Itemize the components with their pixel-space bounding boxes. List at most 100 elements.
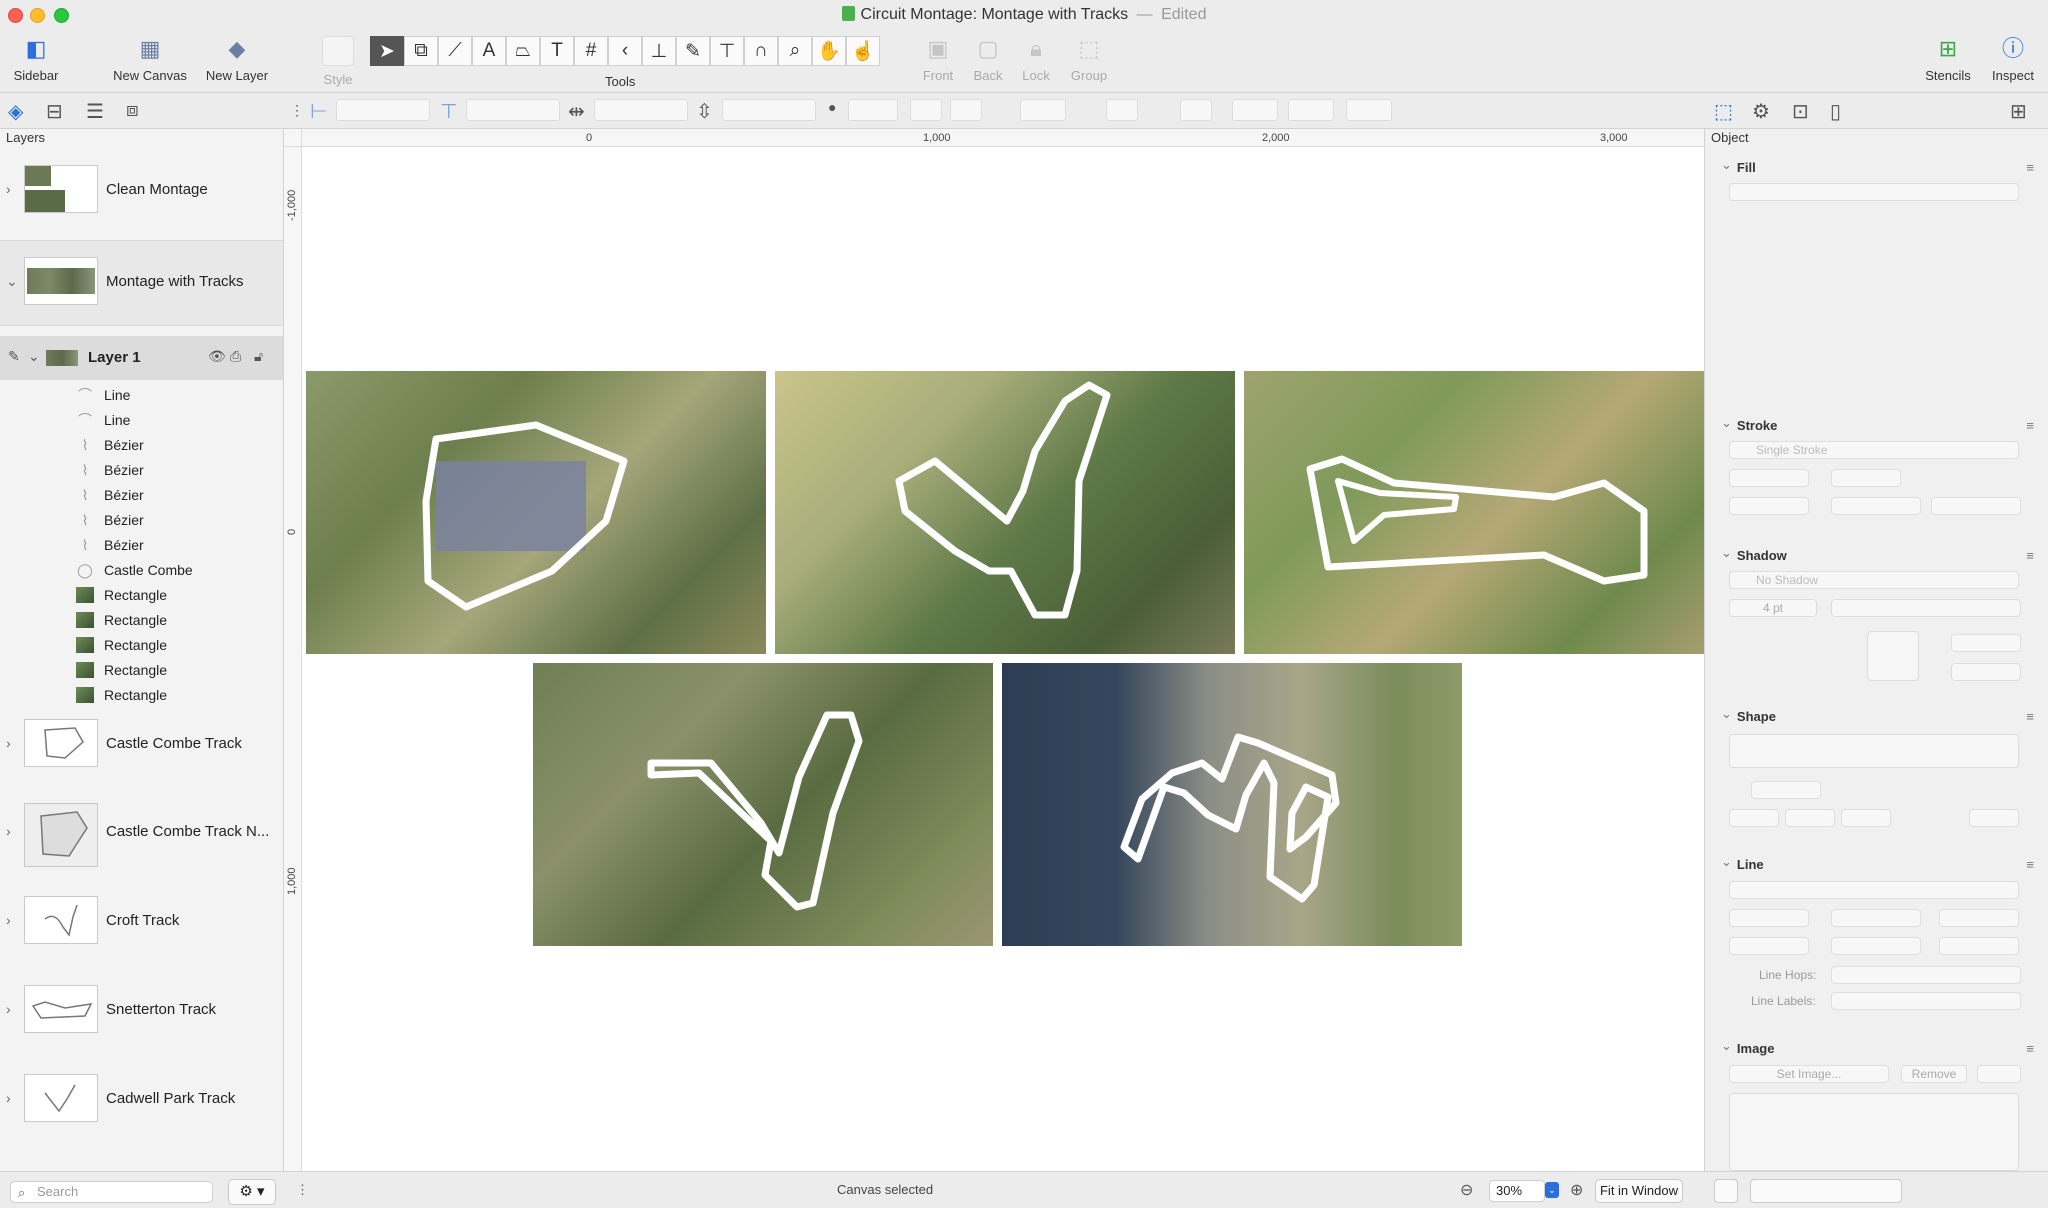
disclosure-down-icon[interactable]: ⌄ xyxy=(6,273,18,290)
canvas-row-castle-combe-track[interactable]: › Castle Combe Track xyxy=(0,703,283,789)
document-tab-icon[interactable]: ▯ xyxy=(1830,99,1841,124)
cadwell-park-aerial-image[interactable] xyxy=(533,663,993,946)
canvas-row-snetterton-track[interactable]: › Snetterton Track xyxy=(0,969,283,1055)
text-tool[interactable]: A xyxy=(472,36,506,66)
shadow-section-header[interactable]: Shadow xyxy=(1721,548,1787,564)
stroke-width-field[interactable] xyxy=(1729,469,1809,487)
shape-menu-icon[interactable]: ≡ xyxy=(2026,709,2034,724)
stroke-menu-icon[interactable]: ≡ xyxy=(2026,418,2034,433)
layers-search-field[interactable]: ⌕ Search xyxy=(10,1181,213,1203)
bring-to-front-button[interactable]: ▣ Front xyxy=(918,36,958,83)
shadow-offset-pad[interactable] xyxy=(1867,631,1919,681)
snetterton-track-outline[interactable] xyxy=(1244,371,1704,654)
shape-op-intersect[interactable] xyxy=(1841,809,1891,827)
remove-image-button[interactable]: Remove xyxy=(1901,1065,1967,1083)
line-end-field[interactable] xyxy=(1939,909,2019,927)
pen-tool[interactable]: ⏢ xyxy=(506,36,540,66)
line-type-popup[interactable] xyxy=(1729,881,2019,899)
lock-button[interactable]: 🔒︎ Lock xyxy=(1016,36,1056,83)
style-button[interactable]: Style xyxy=(318,36,358,87)
castle-combe-track-outline[interactable] xyxy=(306,371,766,654)
canvases-tab-icon[interactable]: ⊟ xyxy=(46,99,63,124)
shape-op-union[interactable] xyxy=(1729,809,1779,827)
fill-color-menu[interactable] xyxy=(1232,99,1278,121)
shadow-menu-icon[interactable]: ≡ xyxy=(2026,548,2034,563)
ruler-corner[interactable] xyxy=(284,129,302,147)
rubber-stamp-tool[interactable]: ⊤ xyxy=(710,36,744,66)
canvas-row-croft-track[interactable]: › Croft Track xyxy=(0,880,283,966)
line-start-field[interactable] xyxy=(1729,909,1809,927)
selection-tool[interactable]: ➤ xyxy=(370,36,404,66)
corner-style-buttons[interactable] xyxy=(1831,497,1921,515)
sidebar-button[interactable]: ◧ Sidebar xyxy=(10,36,62,83)
y-position-field[interactable] xyxy=(466,99,560,121)
new-canvas-button[interactable]: ▦ New Canvas xyxy=(108,36,192,83)
croft-track-outline[interactable] xyxy=(775,371,1235,654)
canvas-size-field[interactable] xyxy=(1750,1179,1902,1203)
page-color-swatch[interactable] xyxy=(1714,1179,1738,1203)
layer-object-row[interactable]: Rectangle xyxy=(0,608,283,633)
zoom-field[interactable]: 30% xyxy=(1489,1180,1545,1202)
drawing-canvas[interactable] xyxy=(302,147,1704,1171)
fill-type-popup[interactable] xyxy=(1729,183,2019,201)
line-hops-popup[interactable] xyxy=(1831,966,2021,984)
disclosure-right-icon[interactable]: › xyxy=(6,181,11,197)
sidebar-actions-button[interactable]: ⚙ ▾ xyxy=(228,1179,276,1205)
table-tool[interactable]: # xyxy=(574,36,608,66)
fit-in-window-button[interactable]: Fit in Window xyxy=(1595,1179,1683,1203)
zoom-out-icon[interactable]: ⊖ xyxy=(1460,1180,1473,1200)
set-image-button[interactable]: Set Image... xyxy=(1729,1065,1889,1083)
image-preview-well[interactable] xyxy=(1729,1093,2019,1171)
layer-object-row[interactable]: Rectangle xyxy=(0,658,283,683)
line-labels-popup[interactable] xyxy=(1831,992,2021,1010)
fill-section-header[interactable]: Fill xyxy=(1721,160,1756,176)
layer-row-layer-1[interactable]: ✎ ⌄ Layer 1 👁︎ ⎙ 🔓︎ xyxy=(0,336,283,380)
stencils-button[interactable]: ⊞ Stencils xyxy=(1920,36,1976,83)
stroke-section-header[interactable]: Stroke xyxy=(1721,418,1777,434)
stroke-type-popup[interactable]: Single Stroke xyxy=(1729,441,2019,459)
disclosure-right-icon[interactable]: › xyxy=(6,912,11,928)
rotation-field[interactable] xyxy=(848,99,898,121)
stroke-color-menu[interactable] xyxy=(1288,99,1334,121)
layer-object-row[interactable]: ⌇ Bézier xyxy=(0,533,283,558)
shape-tool[interactable]: ⧉ xyxy=(404,36,438,66)
image-options-popup[interactable] xyxy=(1977,1065,2021,1083)
flip-horizontal-button[interactable] xyxy=(910,99,942,121)
zoom-in-icon[interactable]: ⊕ xyxy=(1570,1180,1583,1200)
height-field[interactable] xyxy=(722,99,816,121)
croft-aerial-image[interactable] xyxy=(775,371,1235,654)
outline-tab-icon[interactable]: ☰ xyxy=(86,99,104,124)
canvas-row-castle-combe-track-n[interactable]: › Castle Combe Track N... xyxy=(0,791,283,877)
diagram-tool[interactable]: ⊥ xyxy=(642,36,676,66)
object-inspector-tab-icon[interactable]: ⬚ xyxy=(1714,99,1733,124)
line-menu-icon[interactable]: ≡ xyxy=(2026,857,2034,872)
flip-vertical-button[interactable] xyxy=(950,99,982,121)
line-corner-field[interactable] xyxy=(1831,937,1921,955)
group-button[interactable]: ⬚ Group xyxy=(1066,36,1112,83)
shape-op-convert[interactable] xyxy=(1969,809,2019,827)
snetterton-aerial-image[interactable] xyxy=(1244,371,1704,654)
layer-object-row[interactable]: ⌇ Bézier xyxy=(0,458,283,483)
shadow-type-popup[interactable]: No Shadow xyxy=(1729,571,2019,589)
line-swap-button[interactable] xyxy=(1831,909,1921,927)
stroke-color-well[interactable] xyxy=(1831,469,1901,487)
zoom-dropdown-button[interactable]: ⌄ xyxy=(1545,1182,1559,1198)
hand-tool[interactable]: ✋ xyxy=(812,36,846,66)
layer-object-row[interactable]: Rectangle xyxy=(0,633,283,658)
shadow-y-offset-field[interactable] xyxy=(1951,663,2021,681)
line-midpoint-field[interactable] xyxy=(1729,937,1809,955)
disclosure-down-icon[interactable]: ⌄ xyxy=(28,348,40,365)
disclosure-right-icon[interactable]: › xyxy=(6,1001,11,1017)
align-field[interactable] xyxy=(1106,99,1138,121)
line-section-header[interactable]: Line xyxy=(1721,857,1764,873)
corner-radius-field[interactable] xyxy=(1751,781,1821,799)
point-tool[interactable]: ‹ xyxy=(608,36,642,66)
shadow-color-well[interactable] xyxy=(1831,599,2021,617)
canvas-tab-icon[interactable]: ⊡ xyxy=(1792,99,1809,124)
layer-object-row[interactable]: ⌇ Bézier xyxy=(0,508,283,533)
layer-object-row[interactable]: Rectangle xyxy=(0,583,283,608)
shadow-x-offset-field[interactable] xyxy=(1951,634,2021,652)
width-field[interactable] xyxy=(594,99,688,121)
canvas-row-cadwell-park-track[interactable]: › Cadwell Park Track xyxy=(0,1058,283,1144)
disclosure-right-icon[interactable]: › xyxy=(6,735,11,751)
